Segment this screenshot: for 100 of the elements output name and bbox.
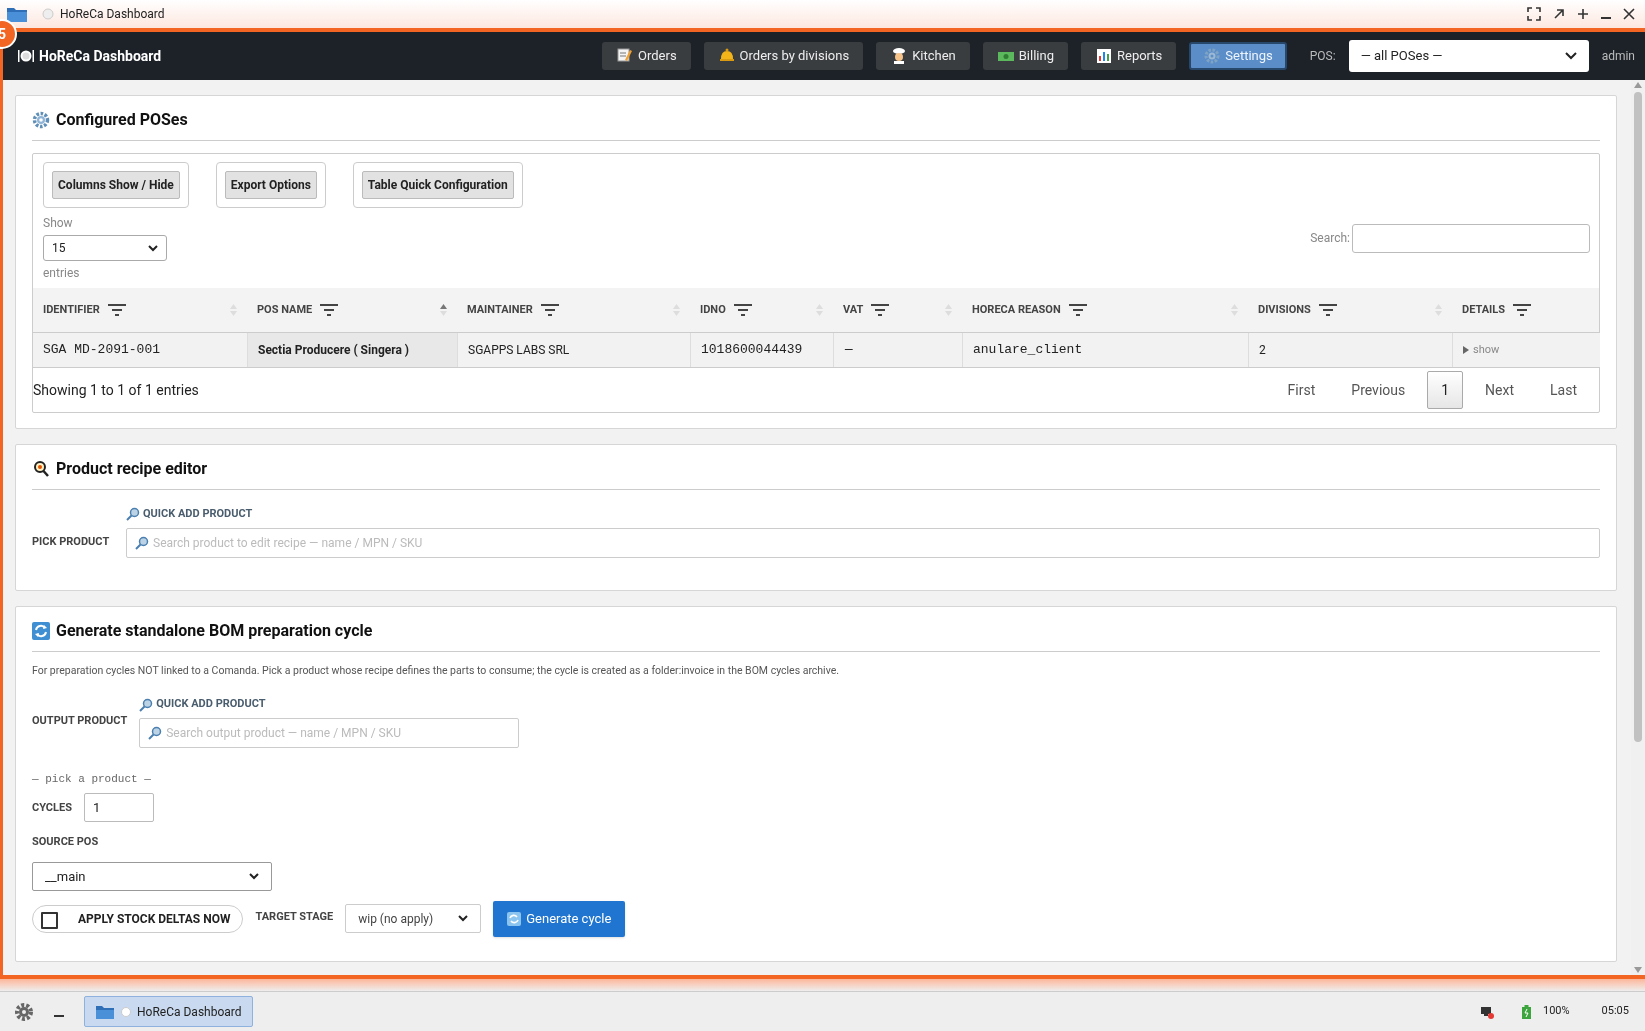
chevron-down-icon	[148, 244, 158, 252]
plus-icon	[1577, 8, 1589, 20]
refresh-icon	[32, 621, 50, 640]
generate-button[interactable]: Generate cycle	[493, 900, 626, 937]
folder-icon	[95, 1003, 115, 1020]
refresh-icon	[507, 911, 522, 926]
chevron-down-icon	[458, 915, 469, 923]
memo-icon	[616, 47, 635, 65]
gear-icon	[32, 111, 50, 129]
pagination-button[interactable]: Last	[1536, 371, 1591, 409]
nav-button[interactable]: Billing	[982, 42, 1068, 70]
battery-icon	[1522, 1004, 1531, 1019]
nav-button[interactable]: Reports	[1081, 42, 1177, 70]
column-header[interactable]: MAINTAINER	[457, 288, 690, 332]
restore-icon	[1553, 8, 1565, 20]
settings-icon	[1203, 47, 1222, 65]
sort-icon	[440, 304, 447, 316]
table-cell: SGAPPS LABS SRL	[457, 333, 690, 367]
nav-button[interactable]: Kitchen	[876, 42, 970, 70]
app-brand: HoReCa Dashboard	[39, 46, 162, 66]
nav-button[interactable]: Orders by divisions	[703, 42, 864, 70]
magnifier-icon	[32, 460, 50, 478]
panel-title: Product recipe editor	[56, 458, 208, 480]
filter-icon	[1068, 303, 1087, 317]
field-label: SOURCE POS	[32, 834, 99, 851]
minimize-icon	[1601, 17, 1611, 19]
window-title: HoReCa Dashboard	[60, 6, 165, 23]
target-stage-select[interactable]: wip (no apply)	[345, 904, 482, 934]
fullscreen-icon	[1527, 7, 1541, 21]
table-cell: —	[833, 333, 962, 367]
field-label: OUTPUT PRODUCT	[32, 713, 128, 730]
plate-icon	[17, 48, 35, 64]
table-info: Showing 1 to 1 of 1 entries	[33, 380, 199, 400]
toolbar-button[interactable]: Table Quick Configuration	[361, 171, 514, 199]
search-icon	[148, 725, 163, 740]
hint-text: — pick a product —	[32, 771, 151, 787]
scrollbar[interactable]	[1631, 80, 1645, 975]
pagination-button[interactable]: First	[1273, 371, 1330, 409]
pagination-button[interactable]: Next	[1471, 371, 1529, 409]
taskbar-item[interactable]: HoReCa Dashboard	[84, 996, 253, 1027]
search-field[interactable]	[1352, 223, 1590, 253]
pagination-button[interactable]: Previous	[1337, 371, 1420, 409]
app-icon	[121, 1006, 131, 1017]
filter-icon	[320, 303, 339, 317]
column-header[interactable]: HORECA REASON	[962, 288, 1248, 332]
table-cell: SGA MD-2091-001	[33, 333, 247, 367]
description-text: For preparation cycles NOT linked to a Comanda. Pick a product whose recipe defines the parts to consume; the cycle is created as a folder:invoice in the BOM cycles archive.	[32, 662, 841, 679]
network-icon	[1480, 1004, 1494, 1019]
quick-add-link[interactable]: QUICK ADD PRODUCT	[126, 506, 253, 523]
entries-label: entries	[43, 265, 81, 282]
product-search-field[interactable]: Search product to edit recipe — name / MPN / SKU	[126, 527, 1600, 558]
table-cell: 2	[1248, 333, 1452, 367]
filter-icon	[540, 303, 559, 317]
toolbar-button[interactable]: Export Options	[224, 171, 317, 199]
user-name: admin	[1601, 48, 1635, 65]
page-size-select[interactable]: 15	[43, 235, 167, 261]
scroll-down-icon	[1634, 967, 1642, 973]
filter-icon	[107, 303, 126, 317]
filter-icon	[733, 303, 752, 317]
clock: 05:05	[1601, 1003, 1629, 1020]
battery-level: 100%	[1543, 1003, 1570, 1020]
quick-add-link[interactable]: QUICK ADD PRODUCT	[139, 696, 266, 713]
bar-chart-icon	[1095, 47, 1113, 65]
field-label: CYCLES	[32, 799, 72, 816]
column-header[interactable]: DIVISIONS	[1248, 288, 1452, 332]
close-icon	[1623, 8, 1635, 20]
column-header[interactable]: IDENTIFIER	[33, 288, 247, 332]
search-label: Search:	[1310, 230, 1350, 247]
show-label: Show	[43, 215, 74, 232]
column-header[interactable]: POS NAME	[247, 288, 457, 332]
table-cell: Sectia Producere ( Singera )	[247, 333, 457, 367]
triangle-right-icon	[1463, 346, 1469, 354]
search-icon	[126, 507, 140, 522]
column-header[interactable]: IDNO	[690, 288, 833, 332]
chevron-down-icon	[249, 872, 259, 880]
checkbox[interactable]	[41, 911, 58, 929]
folder-icon	[6, 5, 28, 23]
field-label: TARGET STAGE	[255, 908, 334, 925]
filter-icon	[1513, 303, 1532, 317]
panel-title: Configured POSes	[56, 109, 188, 131]
minimize-icon	[54, 1014, 64, 1017]
output-product-field[interactable]: Search output product — name / MPN / SKU	[139, 717, 520, 748]
cycles-field[interactable]: 1	[83, 793, 154, 823]
panel-title: Generate standalone BOM preparation cycle	[56, 619, 373, 642]
pos-label: POS:	[1309, 48, 1336, 65]
table-cell: anulare_client	[962, 333, 1248, 367]
settings-icon	[14, 1001, 34, 1022]
field-label: PICK PRODUCT	[32, 534, 111, 550]
source-pos-select[interactable]: __main	[32, 861, 272, 891]
nav-button[interactable]: Orders	[602, 42, 691, 70]
chevron-down-icon	[1564, 52, 1577, 60]
search-icon	[135, 535, 149, 550]
column-header[interactable]: VAT	[833, 288, 962, 332]
table-cell: 1018600044439	[690, 333, 833, 367]
pos-select[interactable]: — all POSes —	[1348, 40, 1589, 72]
pagination-button[interactable]: 1	[1427, 371, 1464, 409]
toolbar-button[interactable]: Columns Show / Hide	[52, 171, 180, 199]
filter-icon	[1318, 303, 1337, 317]
column-header[interactable]: DETAILS	[1452, 288, 1600, 332]
filter-icon	[871, 303, 890, 317]
